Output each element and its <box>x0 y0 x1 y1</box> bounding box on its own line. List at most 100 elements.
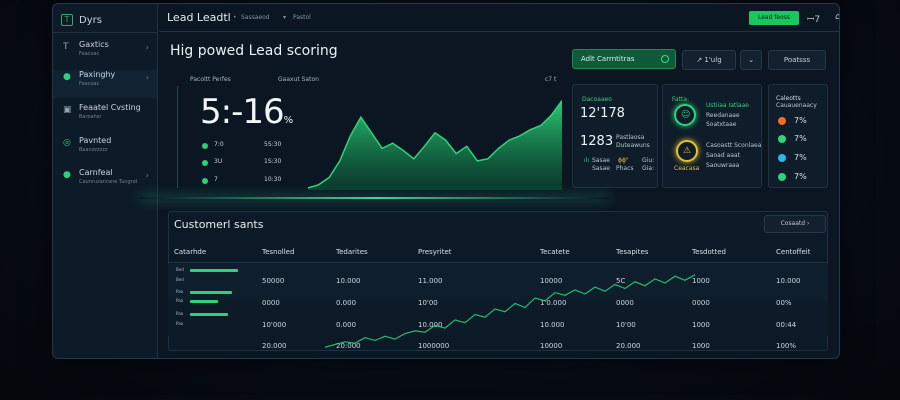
chart-mini-icon: ılı <box>584 157 590 164</box>
big-score-unit: % <box>283 115 293 126</box>
sidebar-item-sublabel: Baroahsr <box>79 114 102 120</box>
chevron-down-icon: ▾ <box>283 14 287 21</box>
status-dot-icon <box>202 160 208 166</box>
score-label: Dacoaaeo <box>582 96 612 103</box>
score-row-label: ɸɸ" <box>618 157 629 164</box>
breadcrumb-item[interactable]: Sassaeod <box>241 14 270 21</box>
brand[interactable]: T Dyrs <box>61 12 102 28</box>
overlay-series-line <box>325 274 695 348</box>
home-icon[interactable]: ⌂ <box>835 12 839 22</box>
table-title: Customerl sants <box>174 218 264 231</box>
table-header[interactable]: Tesdotted <box>692 248 726 256</box>
score-row-value: Sasae <box>592 165 610 172</box>
stat-label: Gaaxut Saton <box>278 76 319 83</box>
area-chart <box>308 100 562 190</box>
insight-text: Reedanaae <box>706 112 740 119</box>
sidebar-item-sublabel: Feacoac <box>79 81 100 87</box>
status-dot-icon: ● <box>63 72 71 82</box>
table-header-divider <box>168 262 828 263</box>
notification-icon[interactable]: ꟷ7 <box>807 12 820 25</box>
insight-text: Soatxtaae <box>706 121 737 128</box>
mini-bar-label: Paa <box>176 321 184 326</box>
insight-text: Casoastt Sconlaea <box>706 142 762 149</box>
sidebar-item-label: Carnfeal <box>79 168 113 177</box>
table-header[interactable]: Presyritet <box>418 248 452 256</box>
sidebar-item-feaatel-cvsting[interactable]: ▣ Feaatel Cvsting Baroahsr <box>53 103 157 131</box>
table-cell: 50000 <box>262 277 285 285</box>
big-score-number: 5:-16 <box>200 92 285 132</box>
table-cell: 10.000 <box>776 277 801 285</box>
sidebar-item-label: Pavnted <box>79 136 112 145</box>
mini-bar-label: Bed <box>176 277 184 282</box>
insight-text: Saoad aaat <box>706 152 740 159</box>
table-filter-button[interactable]: Cosaatd › <box>764 215 826 233</box>
status-dot-icon <box>202 178 208 184</box>
warning-stamp: Ceacasa <box>674 165 700 172</box>
button-label: Adlt Carrntitras <box>581 55 635 63</box>
warning-icon: ⚠ <box>683 146 692 156</box>
stat-row-value: 1S:30 <box>264 158 282 165</box>
circle-icon <box>661 55 669 63</box>
chevron-right-icon: › <box>145 43 149 52</box>
insight-text: Ustiiaa Iatlaae <box>706 102 749 109</box>
add-contributors-button[interactable]: Adlt Carrntitras <box>572 49 676 69</box>
sidebar-item-label: Paxinghy <box>79 70 116 79</box>
filter-icon: T <box>63 42 69 52</box>
stat-label: Pacoltt Perfes <box>190 76 231 83</box>
folder-icon: ▣ <box>63 105 72 115</box>
brand-name: Dyrs <box>79 14 102 26</box>
mini-bar-fill <box>190 313 228 316</box>
sidebar-item-sublabel: Baanzzzzzz <box>79 147 108 153</box>
mini-bar-fill <box>190 269 238 272</box>
table-cell: 10'000 <box>262 321 287 329</box>
legend-value: 7% <box>794 116 807 125</box>
smile-icon: ☺ <box>681 110 691 120</box>
breadcrumb-item[interactable]: Pastol <box>293 14 311 21</box>
table-header[interactable]: Tecatete <box>540 248 570 256</box>
legend-dot <box>778 135 786 143</box>
table-header[interactable]: Centoffeit <box>776 248 810 256</box>
glow-divider <box>140 197 610 199</box>
stat-row-label: 7:0 <box>214 141 224 148</box>
score-sub-label: Duteawuns <box>616 142 650 149</box>
legend-item: 7% <box>778 116 828 126</box>
sidebar-item-paxinghy[interactable]: ● Paxinghy Feacoac › <box>53 70 157 98</box>
stat-label: c7 t <box>545 76 557 83</box>
lead-action-button[interactable]: Lead feoss <box>749 11 799 25</box>
table-cell: 0000 <box>262 299 280 307</box>
export-button[interactable]: ↗ 1'ulg <box>682 50 736 70</box>
sidebar-item-sublabel: Caunruzanrane Tungnd <box>79 179 138 185</box>
legend-value: 7% <box>794 134 807 143</box>
page-title: Lead Leadtl <box>167 11 231 24</box>
big-score-value: 5:-16% <box>200 92 293 132</box>
dropdown-button[interactable]: ⌄ <box>740 50 762 70</box>
table-header[interactable]: Tesapites <box>616 248 648 256</box>
sidebar-item-carnfeal[interactable]: ● Carnfeal Caunruzanrane Tungnd › <box>53 168 157 196</box>
sidebar-item-pavnted[interactable]: ◎ Pavnted Baanzzzzzz <box>53 136 157 164</box>
sidebar: T Dyrs T Gaxtics Feacoac › ● Paxinghy Fe… <box>53 4 158 358</box>
options-button[interactable]: Poatsss <box>768 50 826 70</box>
legend-item: 7% <box>778 153 828 163</box>
table-header[interactable]: Tedarites <box>336 248 368 256</box>
score-row-value: Gia: <box>642 165 655 172</box>
table-cell: 00% <box>776 299 792 307</box>
legend-item: 7% <box>778 134 828 144</box>
mini-bar-fill <box>190 300 218 303</box>
score-value: 12'178 <box>580 106 625 121</box>
score-value-secondary: 1283 <box>580 134 614 149</box>
legend-subtitle: Cauauenaacy <box>776 102 817 109</box>
legend-dot <box>778 154 786 162</box>
mini-bar-label: Paa <box>176 298 184 303</box>
table-header[interactable]: Tesnolled <box>262 248 294 256</box>
mini-bar-label: Paa <box>176 311 184 316</box>
mini-bar-fill <box>190 291 232 294</box>
legend-dot <box>778 117 786 125</box>
sidebar-item-gaxtics[interactable]: T Gaxtics Feacoac › <box>53 40 157 68</box>
sidebar-item-label: Feaatel Cvsting <box>79 103 141 112</box>
table-header[interactable]: Catarhde <box>174 248 206 256</box>
score-row-value: Phacs <box>616 165 634 172</box>
table-cell: 100% <box>776 342 797 350</box>
legend-dot <box>778 173 786 181</box>
sidebar-item-sublabel: Feacoac <box>79 51 100 57</box>
stat-row: 3U 1S:30 <box>202 158 282 168</box>
